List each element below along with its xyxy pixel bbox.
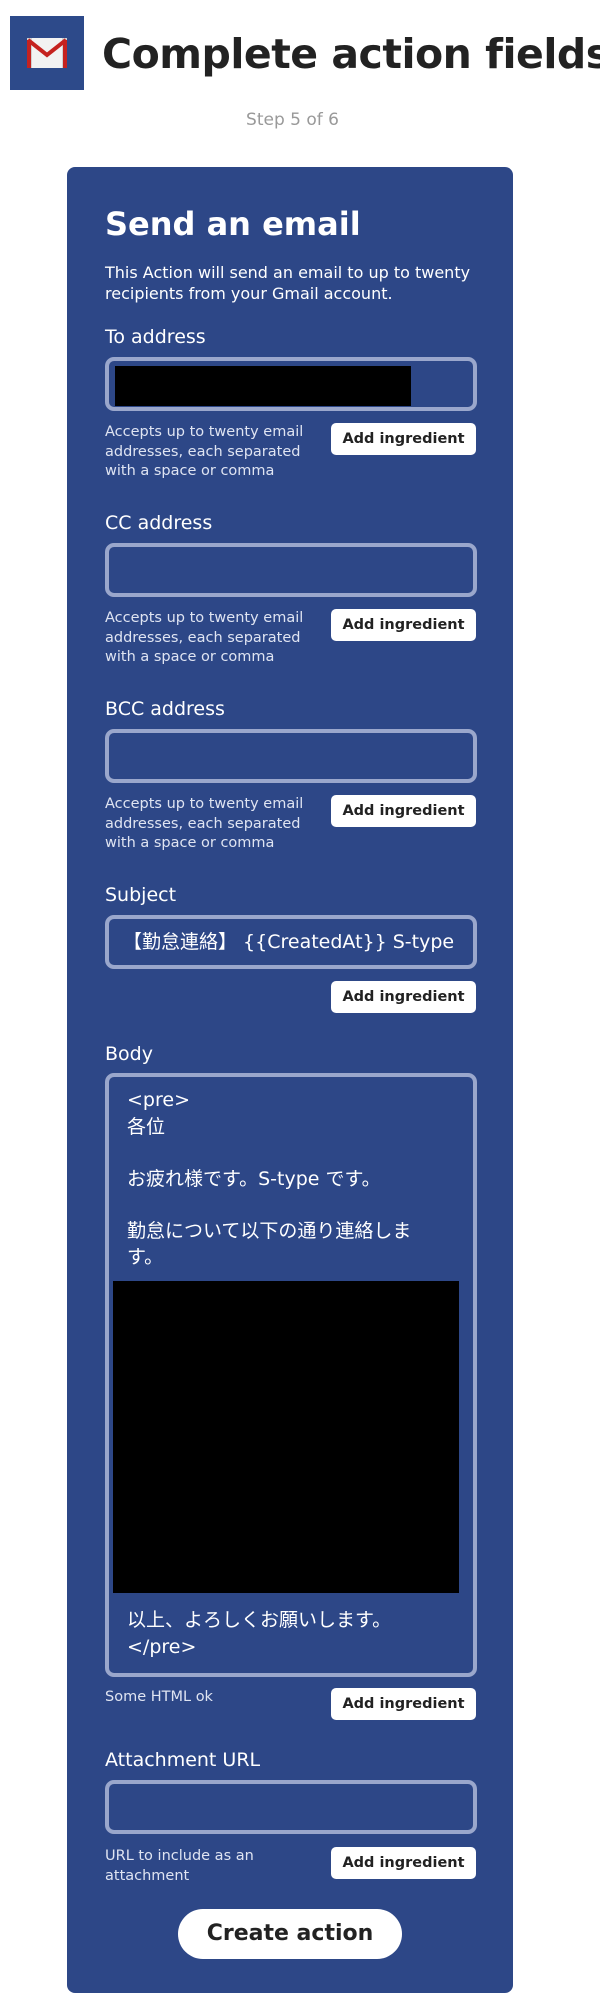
body-hint: Some HTML ok [105,1689,213,1705]
body-line: </pre> [127,1636,197,1658]
bcc-add-ingredient-button[interactable]: Add ingredient [331,795,476,827]
body-line: 各位 [127,1116,166,1138]
attachment-url-hint: URL to include as an attachment [105,1848,254,1884]
redacted-block [115,366,411,406]
to-add-ingredient-button[interactable]: Add ingredient [331,423,476,455]
action-fields-panel: Send an email This Action will send an e… [67,167,513,1993]
to-address-hint: Accepts up to twenty email addresses, ea… [105,424,304,479]
attachment-add-ingredient-button[interactable]: Add ingredient [331,1847,476,1879]
bcc-address-input[interactable] [105,729,477,783]
body-label: Body [105,1043,153,1065]
redacted-block [113,1281,459,1593]
attachment-url-label: Attachment URL [105,1749,261,1771]
page-header: Complete action fields Step 5 of 6 [0,0,600,130]
body-add-ingredient-button[interactable]: Add ingredient [331,1688,476,1720]
body-textarea[interactable]: <pre> 各位 お疲れ様です。S-type です。 勤怠について以下の通り連絡… [105,1073,477,1677]
cc-address-input[interactable] [105,543,477,597]
action-title: Send an email [105,205,361,243]
subject-value: 【勤怠連絡】 {{CreatedAt}} S-type [123,931,455,953]
to-address-input[interactable] [105,357,477,411]
cc-address-label: CC address [105,512,213,534]
cc-add-ingredient-button[interactable]: Add ingredient [331,609,476,641]
body-line: す。 [127,1246,164,1268]
body-line: <pre> [127,1089,190,1111]
create-action-button[interactable]: Create action [178,1909,402,1959]
subject-label: Subject [105,884,177,906]
cc-address-hint: Accepts up to twenty email addresses, ea… [105,610,304,665]
body-line: お疲れ様です。S-type です。 [127,1168,381,1190]
step-indicator: Step 5 of 6 [246,110,339,130]
body-line: 以上、よろしくお願いします。 [127,1609,392,1631]
page-title: Complete action fields [102,30,600,78]
bcc-address-label: BCC address [105,698,225,720]
body-line: 勤怠について以下の通り連絡しま [127,1220,412,1242]
attachment-url-input[interactable] [105,1780,477,1834]
subject-input[interactable]: 【勤怠連絡】 {{CreatedAt}} S-type [105,915,477,969]
action-description: This Action will send an email to up to … [105,263,471,303]
bcc-address-hint: Accepts up to twenty email addresses, ea… [105,796,304,851]
subject-add-ingredient-button[interactable]: Add ingredient [331,981,476,1013]
gmail-icon [10,16,84,90]
to-address-label: To address [105,326,206,348]
